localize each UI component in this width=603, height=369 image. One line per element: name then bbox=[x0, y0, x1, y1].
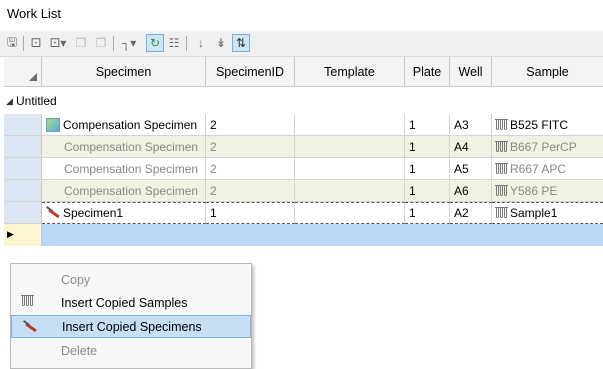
row-selector[interactable] bbox=[4, 158, 42, 180]
menu-item-delete[interactable]: Delete bbox=[11, 339, 251, 362]
menu-item-insert-copied-samples[interactable]: Insert Copied Samples bbox=[11, 291, 251, 314]
tubes-icon bbox=[495, 207, 508, 219]
row-selector[interactable] bbox=[4, 202, 42, 224]
cell-template[interactable] bbox=[295, 202, 405, 224]
cell-specimenid[interactable]: 2 bbox=[206, 136, 295, 158]
cell-specimen[interactable]: Specimen1 bbox=[42, 202, 206, 224]
grid-corner-header[interactable] bbox=[4, 57, 42, 87]
cell-template[interactable] bbox=[295, 158, 405, 180]
group-label: Untitled bbox=[16, 94, 57, 108]
cell-specimenid[interactable]: 2 bbox=[206, 114, 295, 136]
row-selector[interactable] bbox=[4, 180, 42, 202]
new-row[interactable]: ▶ bbox=[4, 224, 603, 246]
down-icon[interactable]: ↓ bbox=[193, 35, 209, 51]
cell-specimenid[interactable]: 1 bbox=[206, 202, 295, 224]
cell-sample-text: Sample1 bbox=[510, 206, 558, 220]
move-dropdown-icon[interactable]: ┐▾ bbox=[118, 35, 140, 51]
sort-icon[interactable]: ⇅ bbox=[232, 34, 250, 52]
cell-specimen[interactable]: Compensation Specimen bbox=[42, 158, 206, 180]
new-sample-icon[interactable]: ⚀ bbox=[28, 35, 44, 51]
cell-plate[interactable]: 1 bbox=[405, 158, 450, 180]
toolbar-separator bbox=[23, 36, 24, 51]
menu-item-copy[interactable]: Copy bbox=[11, 268, 251, 291]
window-title: Work List bbox=[7, 6, 61, 21]
cell-well[interactable]: A2 bbox=[450, 202, 492, 224]
cell-template[interactable] bbox=[295, 180, 405, 202]
menu-item-label: Insert Copied Specimens bbox=[62, 319, 202, 334]
tubes-icon bbox=[21, 295, 40, 311]
tubes-icon bbox=[495, 118, 508, 131]
toolbar-separator bbox=[186, 36, 187, 51]
specimen-icon bbox=[23, 320, 41, 336]
cell-sample-text: B667 PerCP bbox=[510, 139, 577, 154]
cell-plate[interactable]: 1 bbox=[405, 180, 450, 202]
cell-sample-text: Y586 PE bbox=[510, 183, 558, 198]
cell-well[interactable]: A5 bbox=[450, 158, 492, 180]
menu-item-label: Insert Copied Samples bbox=[61, 295, 188, 310]
collapse-icon[interactable]: ◢ bbox=[6, 96, 13, 107]
column-header-plate[interactable]: Plate bbox=[405, 57, 450, 87]
down-all-icon[interactable]: ↡ bbox=[213, 35, 229, 51]
context-menu: Copy Insert Copied Samples Insert Copied… bbox=[10, 263, 252, 369]
column-header-specimen[interactable]: Specimen bbox=[42, 57, 206, 87]
cell-specimen[interactable]: Compensation Specimen bbox=[42, 136, 206, 158]
cell-sample[interactable]: R667 APC bbox=[492, 158, 603, 180]
select-all-icon bbox=[29, 73, 37, 81]
cell-plate[interactable]: 1 bbox=[405, 202, 450, 224]
cell-plate[interactable]: 1 bbox=[405, 114, 450, 136]
cell-sample[interactable]: Y586 PE bbox=[492, 180, 603, 202]
cell-plate[interactable]: 1 bbox=[405, 136, 450, 158]
cell-specimenid[interactable]: 2 bbox=[206, 158, 295, 180]
table-row[interactable]: Compensation Specimen 2 1 A4 B667 PerCP bbox=[4, 136, 603, 158]
table-row[interactable]: Compensation Specimen 2 1 A6 Y586 PE bbox=[4, 180, 603, 202]
column-header-template[interactable]: Template bbox=[295, 57, 405, 87]
table-row[interactable]: Compensation Specimen 2 1 A3 B525 FITC bbox=[4, 114, 603, 136]
table-row[interactable]: Specimen1 1 1 A2 Sample1 bbox=[4, 202, 603, 224]
menu-item-label: Delete bbox=[61, 343, 98, 358]
menu-item-label: Copy bbox=[61, 272, 91, 287]
table-row[interactable]: Compensation Specimen 2 1 A5 R667 APC bbox=[4, 158, 603, 180]
cell-sample-text: R667 APC bbox=[510, 161, 567, 176]
cell-sample[interactable]: B667 PerCP bbox=[492, 136, 603, 158]
column-header-specimenid[interactable]: SpecimenID bbox=[206, 57, 295, 87]
tubes-icon bbox=[495, 140, 508, 153]
tubes-icon bbox=[495, 162, 508, 175]
cell-specimen-text: Compensation Specimen bbox=[63, 117, 198, 132]
cell-sample-text: B525 FITC bbox=[510, 117, 569, 132]
specimen-icon bbox=[46, 206, 60, 220]
cell-specimen[interactable]: Compensation Specimen bbox=[42, 114, 206, 136]
tubes-icon bbox=[495, 184, 508, 197]
row-selector[interactable]: ▶ bbox=[4, 224, 42, 246]
cell-sample[interactable]: Sample1 bbox=[492, 202, 603, 224]
column-header-sample[interactable]: Sample bbox=[492, 57, 603, 87]
toolbar: 🖫 ⚀ ⚀▾ ❐ ❐ ┐▾ ↻ ☷ ↓ ↡ ⇅ bbox=[0, 31, 603, 57]
paste-icon[interactable]: ❐ bbox=[93, 35, 109, 51]
cell-well[interactable]: A3 bbox=[450, 114, 492, 136]
row-selector[interactable] bbox=[4, 136, 42, 158]
refresh-icon[interactable]: ↻ bbox=[146, 34, 164, 52]
cell-specimen-text: Specimen1 bbox=[63, 206, 124, 220]
cell-well[interactable]: A6 bbox=[450, 180, 492, 202]
copy-icon[interactable]: ❐ bbox=[73, 35, 89, 51]
column-header-well[interactable]: Well bbox=[450, 57, 492, 87]
grid-icon[interactable]: ☷ bbox=[166, 35, 182, 51]
save-icon[interactable]: 🖫 bbox=[4, 35, 20, 51]
menu-item-insert-copied-specimens[interactable]: Insert Copied Specimens bbox=[11, 315, 251, 338]
toolbar-separator bbox=[113, 36, 114, 51]
cell-template[interactable] bbox=[295, 136, 405, 158]
cell-template[interactable] bbox=[295, 114, 405, 136]
cell-well[interactable]: A4 bbox=[450, 136, 492, 158]
compensation-specimen-icon bbox=[46, 117, 60, 132]
cell-sample[interactable]: B525 FITC bbox=[492, 114, 603, 136]
cell-specimen[interactable]: Compensation Specimen bbox=[42, 180, 206, 202]
current-row-arrow-icon: ▶ bbox=[7, 229, 14, 239]
cell-specimenid[interactable]: 2 bbox=[206, 180, 295, 202]
row-selector[interactable] bbox=[4, 114, 42, 136]
group-row-untitled[interactable]: ◢ Untitled bbox=[4, 88, 603, 114]
new-sample-dropdown-icon[interactable]: ⚀▾ bbox=[47, 35, 69, 51]
